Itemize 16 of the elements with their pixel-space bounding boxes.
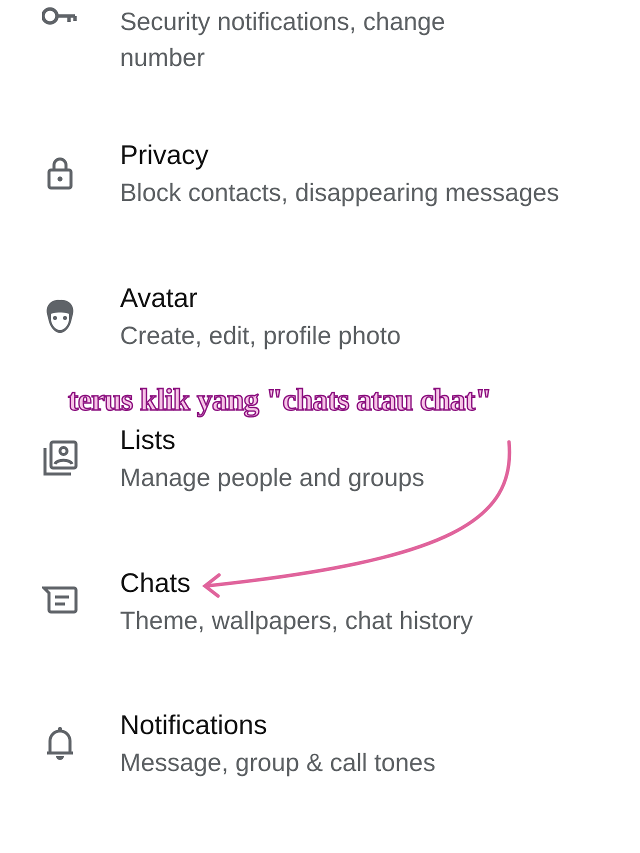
setting-description: Create, edit, profile photo (120, 320, 401, 352)
setting-title[interactable]: Privacy (120, 135, 560, 175)
setting-description: Security notifications, change number (120, 7, 446, 74)
bell-icon (46, 726, 74, 760)
contacts-icon (42, 440, 78, 476)
setting-title[interactable]: Avatar (120, 278, 401, 318)
setting-title[interactable]: Chats (120, 562, 473, 602)
setting-title[interactable]: Notifications (120, 705, 436, 745)
setting-description: Theme, wallpapers, chat history (120, 606, 473, 636)
lock-icon (47, 156, 73, 190)
chat-icon (42, 586, 78, 616)
setting-title[interactable]: Lists (120, 420, 424, 460)
setting-description: Message, group & call tones (120, 748, 436, 779)
setting-description: Block contacts, disappearing messages (120, 178, 560, 209)
setting-description: Manage people and groups (120, 463, 424, 494)
annotation-text: terus klik yang "chats atau chat" (68, 381, 492, 419)
